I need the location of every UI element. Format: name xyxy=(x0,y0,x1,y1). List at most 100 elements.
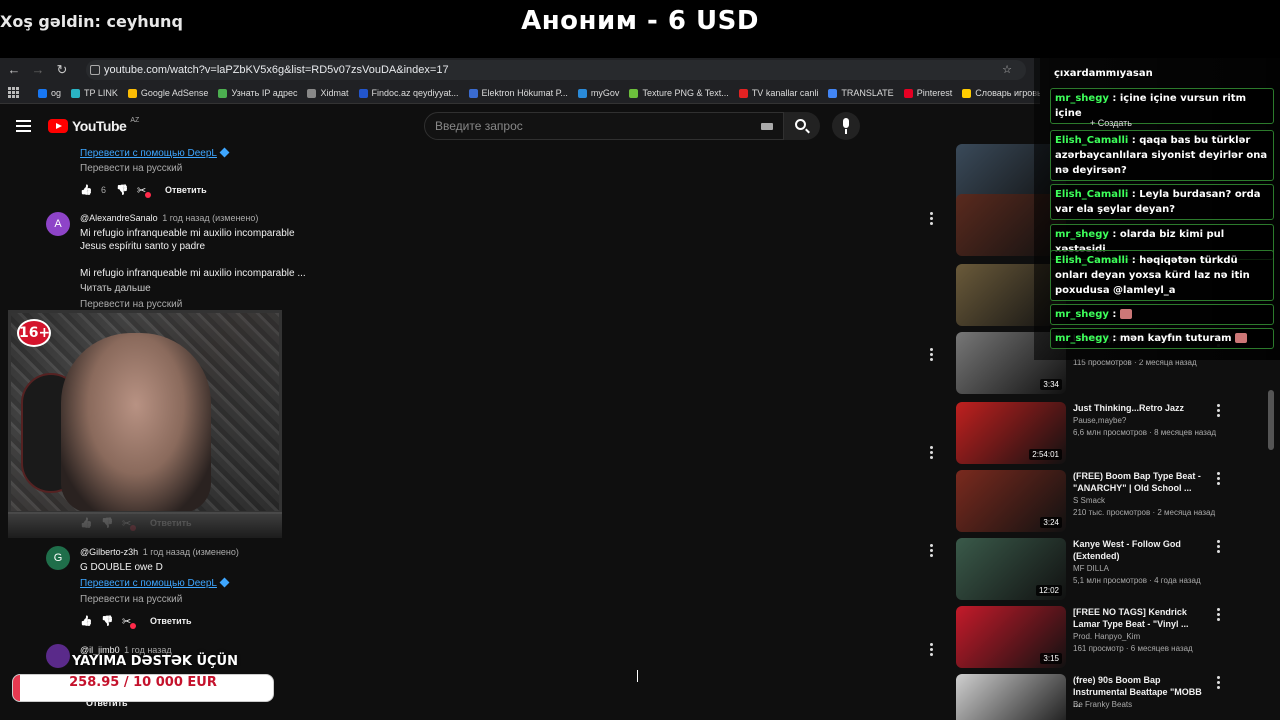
video-title[interactable]: Just Thinking...Retro Jazz xyxy=(1073,402,1208,414)
video-channel[interactable]: Pause,maybe? xyxy=(1073,416,1126,425)
more-options-icon[interactable] xyxy=(1217,676,1221,690)
video-item[interactable]: (free) 90s Boom Bap Instrumental Beattap… xyxy=(956,674,1240,720)
youtube-logo[interactable]: YouTube AZ xyxy=(48,117,139,134)
bookmark-label: Pinterest xyxy=(916,88,953,98)
more-options-icon[interactable] xyxy=(1217,540,1221,554)
forward-button[interactable]: → xyxy=(30,62,46,78)
bookmark-favicon-icon xyxy=(218,88,228,98)
diamond-icon xyxy=(219,147,230,158)
bookmark-favicon-icon xyxy=(38,88,47,98)
bookmark-favicon-icon xyxy=(962,88,972,98)
more-options-icon[interactable] xyxy=(1217,608,1221,622)
avatar[interactable]: A xyxy=(46,212,70,236)
chat-message: Elish_Camalli : qaqa bas bu türklər azər… xyxy=(1050,130,1274,181)
comment-text: G DOUBLE owe D xyxy=(80,562,163,573)
bookmark-item[interactable]: Pinterest xyxy=(903,88,953,98)
bookmark-item[interactable]: TP LINK xyxy=(71,88,118,98)
more-options-icon[interactable] xyxy=(930,212,934,226)
like-icon[interactable] xyxy=(80,616,91,627)
bookmark-label: og xyxy=(51,88,62,98)
bookmark-label: Xidmat xyxy=(320,88,349,98)
more-options-icon[interactable] xyxy=(930,643,934,657)
chat-username: Elish_Camalli xyxy=(1055,189,1129,200)
video-item[interactable]: 12:02 Kanye West - Follow God (Extended) M… xyxy=(956,538,1240,602)
bookmark-item[interactable]: Texture PNG & Text... xyxy=(629,88,729,98)
translate-link[interactable]: Перевести на русский xyxy=(80,163,182,174)
more-options-icon[interactable] xyxy=(930,446,934,460)
video-item[interactable]: 2:54:01 Just Thinking...Retro Jazz Pause,m… xyxy=(956,402,1240,466)
creator-heart-icon xyxy=(137,184,152,198)
bookmark-label: TRANSLATE xyxy=(841,88,894,98)
video-channel[interactable]: S Smack xyxy=(1073,496,1105,505)
bookmark-item[interactable]: Узнать IP адрес xyxy=(218,88,297,98)
video-stats: 161 просмотр · 6 месяцев назад xyxy=(1073,644,1193,653)
chat-message: mr_shegy : içine içine vursun ritm içine xyxy=(1050,88,1274,124)
menu-icon[interactable] xyxy=(16,120,31,132)
scrollbar[interactable] xyxy=(1268,390,1274,450)
deepl-translate-link[interactable]: Перевести с помощью DeepL xyxy=(80,147,230,159)
keyboard-icon[interactable] xyxy=(761,123,773,130)
stream-top-bar: Xoş gəldin: ceyhunq Аноним - 6 USD xyxy=(0,0,1280,58)
video-thumbnail[interactable]: 12:02 xyxy=(956,538,1066,600)
reply-button[interactable]: Ответить xyxy=(165,185,207,195)
bookmark-item[interactable]: TV kanallar canli xyxy=(738,88,818,98)
bookmark-label: Texture PNG & Text... xyxy=(642,88,729,98)
video-item[interactable]: 3:15 [FREE NO TAGS] Kendrick Lamar Type B… xyxy=(956,606,1240,670)
bookmark-item[interactable]: Xidmat xyxy=(307,88,349,98)
video-thumbnail[interactable]: 3:15 xyxy=(956,606,1066,668)
comment-author[interactable]: @AlexandreSanalo 1 год назад (изменено) xyxy=(80,213,258,223)
video-thumbnail[interactable]: 2:54:01 xyxy=(956,402,1066,464)
like-icon[interactable] xyxy=(80,185,91,196)
avatar[interactable] xyxy=(46,644,70,668)
bookmark-favicon-icon xyxy=(358,88,368,98)
comment-text-line: Jesus espíritu santo y padre xyxy=(80,241,206,252)
video-thumbnail[interactable] xyxy=(956,674,1066,720)
video-duration: 3:24 xyxy=(1040,517,1062,528)
bookmark-item[interactable]: Findoc.az qeydiyyat... xyxy=(358,88,459,98)
comment-text-line: Mi refugio infranqueable mi auxilio inco… xyxy=(80,268,306,279)
creator-heart-icon xyxy=(122,615,136,629)
video-channel[interactable]: Be Franky Beats xyxy=(1073,700,1132,709)
video-title[interactable]: Kanye West - Follow God (Extended) xyxy=(1073,538,1208,562)
more-options-icon[interactable] xyxy=(1217,472,1221,486)
video-stats: 210 тыс. просмотров · 2 месяца назад xyxy=(1073,508,1216,517)
back-button[interactable]: ← xyxy=(6,62,22,78)
video-channel[interactable]: Prod. Hanpyo_Kim xyxy=(1073,632,1140,641)
more-options-icon[interactable] xyxy=(930,348,934,362)
more-options-icon[interactable] xyxy=(1217,404,1221,418)
apps-grid-icon[interactable] xyxy=(8,87,20,99)
bookmark-label: TP LINK xyxy=(84,88,118,98)
bookmark-item[interactable]: TRANSLATE xyxy=(828,88,894,98)
bookmark-item[interactable]: myGov xyxy=(577,88,619,98)
video-title[interactable]: (FREE) Boom Bap Type Beat - "ANARCHY" | … xyxy=(1073,470,1208,494)
video-stats: 6,6 млн просмотров · 8 месяцев назад xyxy=(1073,428,1217,437)
dislike-icon[interactable] xyxy=(101,616,112,627)
voice-search-button[interactable] xyxy=(832,112,860,140)
translate-link[interactable]: Перевести на русский xyxy=(80,299,182,310)
avatar[interactable]: G xyxy=(46,546,70,570)
bookmark-item[interactable]: Словарь игровых т... xyxy=(962,88,1040,98)
bookmark-item[interactable]: og xyxy=(38,88,61,98)
translate-link[interactable]: Перевести на русский xyxy=(80,594,182,605)
reload-button[interactable]: ↻ xyxy=(54,62,70,78)
text-cursor xyxy=(637,670,639,682)
bookmark-item[interactable]: Google AdSense xyxy=(127,88,208,98)
bookmark-item[interactable]: Elektron Hökumat P... xyxy=(468,88,568,98)
address-bar[interactable]: youtube.com/watch?v=laPZbKV5x6g&list=RD5… xyxy=(86,60,1026,80)
deepl-translate-link[interactable]: Перевести с помощью DeepL xyxy=(80,577,230,589)
video-title[interactable]: [FREE NO TAGS] Kendrick Lamar Type Beat … xyxy=(1073,606,1208,630)
video-thumbnail[interactable]: 3:24 xyxy=(956,470,1066,532)
search-button[interactable] xyxy=(784,112,820,140)
more-options-icon[interactable] xyxy=(930,544,934,558)
video-channel[interactable]: MF DILLA xyxy=(1073,564,1109,573)
site-info-icon[interactable] xyxy=(90,65,100,75)
reply-button[interactable]: Ответить xyxy=(150,616,192,626)
read-more-link[interactable]: Читать дальше xyxy=(80,283,151,294)
create-button[interactable]: + Создать xyxy=(1090,118,1132,128)
search-input[interactable]: Введите запрос xyxy=(424,112,784,140)
dislike-icon[interactable] xyxy=(116,185,127,196)
video-item[interactable]: 3:24 (FREE) Boom Bap Type Beat - "ANARCHY… xyxy=(956,470,1240,534)
video-duration: 12:02 xyxy=(1035,585,1062,596)
bookmark-star-icon[interactable]: ☆ xyxy=(1002,60,1012,80)
comment-author[interactable]: @Gilberto-z3h 1 год назад (изменено) xyxy=(80,547,239,557)
